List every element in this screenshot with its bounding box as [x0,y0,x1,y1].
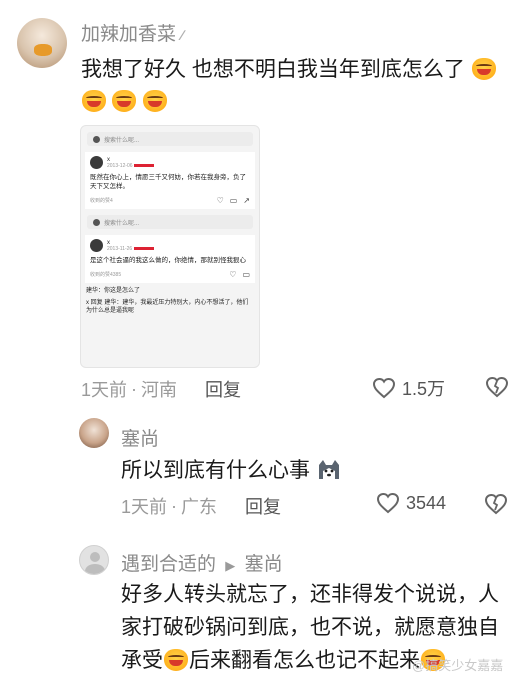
laughing-emoji-icon [82,90,106,112]
heart-icon [372,377,396,399]
post-1: x 2013-12-06 既然在你心上，情愿三千又何妨，你若在我身旁，负了天下又… [85,152,255,209]
avatar[interactable] [79,418,109,448]
username[interactable]: 塞尚 [121,424,159,451]
husky-emoji-icon [316,458,342,480]
rofl-emoji-icon [164,649,188,671]
like-button[interactable]: 1.5万 [372,375,445,401]
heart-icon [376,492,400,514]
comment-meta: 1天前 · 广东 回复 [121,493,281,519]
reply-button[interactable]: 回复 [205,376,241,402]
laughing-emoji-icon [112,90,137,112]
reply-to-username[interactable]: 塞尚 [245,554,283,575]
laughing-emoji-icon [471,58,496,80]
broken-heart-icon[interactable] [485,376,509,398]
embedded-screenshot[interactable]: 搜索什么呢... x 2013-12-06 既然在你心上，情愿三千又何妨，你若在… [80,125,260,368]
like-button[interactable]: 3544 [376,492,446,514]
reply-button[interactable]: 回复 [245,493,281,519]
avatar[interactable] [17,18,67,68]
avatar [90,156,103,169]
avatar [90,239,103,252]
watermark: @搞笑少女嘉嘉 [412,658,504,673]
search-bar: 搜索什么呢... [87,215,253,229]
search-bar: 搜索什么呢... [87,132,253,146]
username[interactable]: 遇到合适的 [121,554,216,575]
username[interactable]: 加辣加香菜 ∕∕ [81,19,183,46]
broken-heart-icon[interactable] [484,493,508,515]
comment-meta: 1天前 · 河南 回复 [81,376,241,402]
reply-header: 遇到合适的 ▶ 塞尚 [121,549,283,576]
reply-arrow-icon: ▶ [225,558,236,573]
avatar[interactable] [79,545,109,575]
comment-text: 我想了好久 也想不明白我当年到底怎么了 [81,53,521,86]
post-2: x 2013-11-26 是这个社会逼的我这么做的，你绝情，那就别怪我狠心 收到… [85,235,255,283]
comment-text: 所以到底有什么心事 [121,454,342,487]
emoji-row [81,90,168,113]
laughing-emoji-icon [142,90,167,112]
pen-icon: ∕∕ [181,27,183,43]
